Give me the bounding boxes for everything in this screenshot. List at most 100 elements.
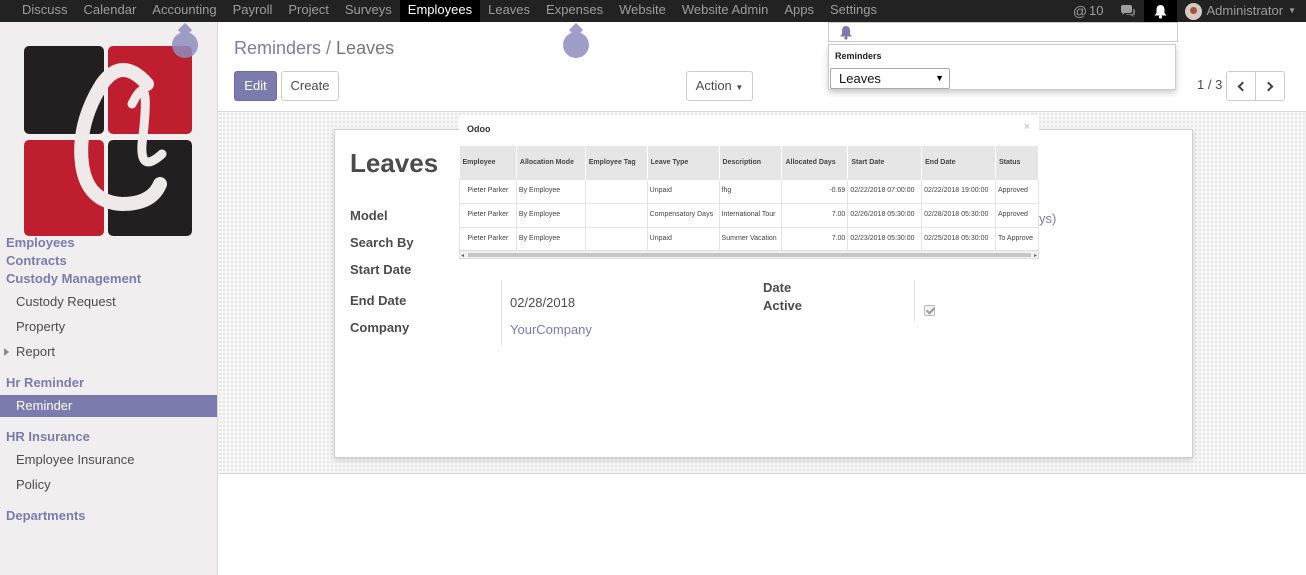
sidebar-item-policy[interactable]: Policy [0, 474, 217, 496]
menu-surveys[interactable]: Surveys [337, 0, 400, 22]
user-name: Administrator [1206, 3, 1284, 18]
table-cell: 02/22/2018 07:00:00 [847, 178, 923, 204]
chevron-left-icon [1237, 81, 1248, 92]
action-dropdown[interactable]: Action ▼ [686, 71, 753, 101]
table-cell: To Approve [994, 226, 1040, 252]
breadcrumb: Reminders / Leaves [234, 38, 394, 59]
scroll-right-icon[interactable]: ▸ [1034, 252, 1037, 259]
table-cell: Unpaid [646, 226, 720, 252]
reminder-dropdown-header [828, 22, 1178, 42]
breadcrumb-current: Leaves [336, 38, 395, 58]
caret-down-icon: ▼ [735, 83, 744, 92]
partial-link-text: ys) [1039, 211, 1057, 226]
pager-previous-button[interactable] [1226, 71, 1256, 101]
chevron-down-icon: ▼ [1288, 6, 1296, 15]
column-header[interactable]: Allocation Mode [516, 146, 586, 179]
menu-discuss[interactable]: Discuss [14, 0, 76, 22]
table-cell: 02/26/2018 05:30:00 [847, 202, 923, 228]
droplet-icon [563, 32, 589, 58]
table-row[interactable]: Pieter Parker By Employee Unpaid fhg -0.… [459, 178, 1040, 204]
company-label: Company [350, 320, 410, 335]
scrollbar-thumb[interactable] [468, 253, 1031, 257]
column-header[interactable]: End Date [921, 146, 996, 179]
table-cell: -0.69 [781, 178, 849, 204]
menu-apps[interactable]: Apps [776, 0, 822, 22]
caret-right-icon [4, 348, 9, 356]
active-checkbox[interactable] [924, 305, 935, 316]
table-cell: Pieter Parker [459, 178, 517, 204]
menu-website[interactable]: Website [611, 0, 674, 22]
column-header[interactable]: Status [995, 146, 1040, 179]
table-row[interactable]: Pieter Parker By Employee Compensatory D… [459, 202, 1040, 228]
menu-expenses[interactable]: Expenses [538, 0, 611, 22]
pager-next-button[interactable] [1255, 71, 1285, 101]
reminder-popup: Odoo × Employee Allocation Mode Employee… [459, 115, 1040, 265]
column-header[interactable]: Allocated Days [781, 146, 849, 179]
menu-calendar[interactable]: Calendar [76, 0, 145, 22]
table-cell: fhg [718, 178, 783, 204]
table-cell: Compensatory Days [646, 202, 720, 228]
sidebar-category-employees[interactable]: Employees [6, 235, 75, 250]
edit-button[interactable]: Edit [234, 71, 277, 101]
menu-leaves[interactable]: Leaves [480, 0, 538, 22]
table-cell: 7.00 [781, 226, 849, 252]
mentions-count: 10 [1089, 3, 1104, 18]
sidebar-category-hr-reminder[interactable]: Hr Reminder [6, 375, 84, 390]
messaging-button[interactable] [1112, 0, 1144, 22]
column-header[interactable]: Leave Type [647, 146, 720, 179]
table-cell: 02/28/2018 05:30:00 [921, 202, 996, 228]
chat-bubbles-icon [1120, 4, 1135, 17]
column-header[interactable]: Start Date [847, 146, 923, 179]
menu-employees[interactable]: Employees [399, 0, 481, 22]
at-icon: @ [1072, 3, 1088, 19]
reminder-select[interactable]: Leaves ▼ [830, 68, 950, 89]
horizontal-scrollbar[interactable]: ◂ ▸ [459, 250, 1039, 259]
menu-payroll[interactable]: Payroll [225, 0, 281, 22]
end-date-label: End Date [350, 293, 407, 308]
leaves-table: Employee Allocation Mode Employee Tag Le… [459, 146, 1040, 252]
menu-accounting[interactable]: Accounting [144, 0, 224, 22]
create-button[interactable]: Create [281, 71, 339, 101]
column-header[interactable]: Employee [459, 146, 517, 179]
sidebar-item-property[interactable]: Property [0, 316, 217, 338]
sidebar-item-employee-insurance[interactable]: Employee Insurance [0, 449, 217, 471]
sidebar-item-custody-request[interactable]: Custody Request [0, 291, 217, 313]
active-label: Active [763, 298, 803, 313]
user-menu[interactable]: Administrator ▼ [1177, 0, 1306, 22]
sidebar-category-custody[interactable]: Custody Management [6, 271, 141, 286]
table-cell: 7.00 [781, 202, 849, 228]
sidebar-category-hr-insurance[interactable]: HR Insurance [6, 429, 90, 444]
sidebar-category-contracts[interactable]: Contracts [6, 253, 67, 268]
column-header[interactable]: Description [719, 146, 783, 179]
column-header[interactable]: Employee Tag [585, 146, 648, 179]
table-cell: By Employee [515, 226, 586, 252]
table-cell: Approved [994, 202, 1040, 228]
model-label: Model [350, 208, 388, 223]
reminder-panel-title: Reminders [835, 51, 882, 61]
popup-title: Odoo [467, 124, 491, 134]
table-cell: By Employee [515, 178, 586, 204]
table-row[interactable]: Pieter Parker By Employee Unpaid Summer … [459, 226, 1040, 252]
company-logo [24, 46, 192, 236]
menu-project[interactable]: Project [280, 0, 336, 22]
end-date-value: 02/28/2018 [510, 295, 576, 310]
start-date-label: Start Date [350, 262, 412, 277]
sidebar-category-departments[interactable]: Departments [6, 508, 85, 523]
sidebar-item-reminder[interactable]: Reminder [0, 395, 217, 417]
sidebar-item-report[interactable]: Report [0, 341, 217, 363]
search-by-label: Search By [350, 235, 414, 250]
close-icon[interactable]: × [1024, 121, 1030, 133]
breadcrumb-parent[interactable]: Reminders / [234, 38, 331, 58]
scroll-left-icon[interactable]: ◂ [461, 252, 464, 259]
action-label: Action [695, 78, 732, 93]
field-divider [501, 280, 502, 346]
bell-icon [840, 26, 852, 40]
company-link[interactable]: YourCompany [510, 322, 592, 337]
table-cell: Unpaid [646, 178, 720, 204]
mentions-button[interactable]: @ 10 [1065, 0, 1112, 22]
reminder-bell-button[interactable] [1143, 0, 1177, 22]
table-cell: Pieter Parker [459, 226, 517, 252]
table-cell [584, 178, 648, 204]
menu-website-admin[interactable]: Website Admin [674, 0, 776, 22]
menu-settings[interactable]: Settings [822, 0, 885, 22]
